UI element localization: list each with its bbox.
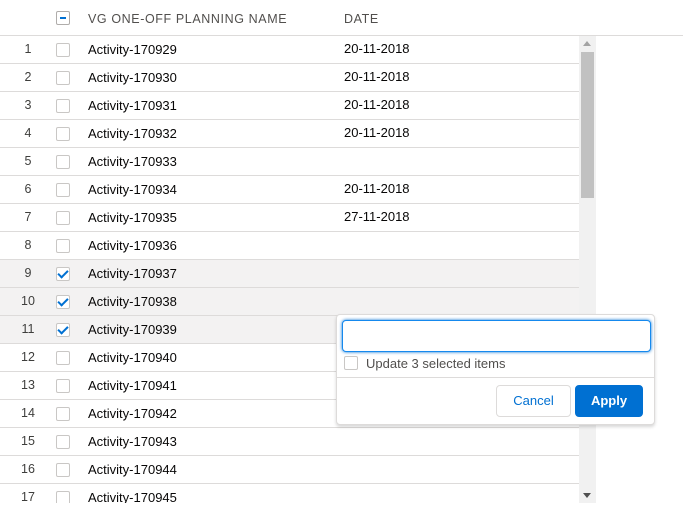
- row-number: 9: [24, 266, 32, 280]
- cell-name[interactable]: Activity-170940: [88, 350, 177, 365]
- row-number: 7: [24, 210, 32, 224]
- table-row[interactable]: 7 Activity-170935 27-11-2018: [0, 204, 579, 232]
- apply-button[interactable]: Apply: [575, 385, 643, 417]
- select-all-checkbox[interactable]: [56, 11, 70, 25]
- row-number: 4: [24, 126, 32, 140]
- row-checkbox[interactable]: [56, 407, 70, 421]
- row-number: 16: [21, 462, 35, 476]
- cell-name[interactable]: Activity-170944: [88, 462, 177, 477]
- row-number: 5: [24, 154, 32, 168]
- cell-name[interactable]: Activity-170945: [88, 490, 177, 503]
- cell-name[interactable]: Activity-170937: [88, 266, 177, 281]
- cell-name[interactable]: Activity-170929: [88, 42, 177, 57]
- scroll-down-arrow-icon[interactable]: [583, 493, 591, 498]
- table-row[interactable]: 1 Activity-170929 20-11-2018: [0, 36, 579, 64]
- row-number: 10: [21, 294, 35, 308]
- row-checkbox[interactable]: [56, 351, 70, 365]
- row-checkbox[interactable]: [56, 211, 70, 225]
- cell-name[interactable]: Activity-170930: [88, 70, 177, 85]
- cell-date[interactable]: 20-11-2018: [344, 125, 410, 140]
- table-row-selected[interactable]: 10 Activity-170938: [0, 288, 579, 316]
- update-selected-label[interactable]: Update 3 selected items: [366, 356, 505, 371]
- inline-edit-popover: Update 3 selected items Cancel Apply: [336, 314, 655, 425]
- row-checkbox[interactable]: [56, 463, 70, 477]
- cell-date[interactable]: 20-11-2018: [344, 41, 410, 56]
- column-header-name[interactable]: VG ONE-OFF PLANNING NAME: [88, 12, 287, 26]
- table-row[interactable]: 16 Activity-170944: [0, 456, 579, 484]
- row-number: 6: [24, 182, 32, 196]
- cell-name[interactable]: Activity-170933: [88, 154, 177, 169]
- update-selected-checkbox[interactable]: [344, 356, 358, 370]
- cell-name[interactable]: Activity-170939: [88, 322, 177, 337]
- data-grid: 1 Activity-170929 20-11-2018 2 Activity-…: [0, 36, 579, 503]
- cell-date[interactable]: 20-11-2018: [344, 69, 410, 84]
- cell-name[interactable]: Activity-170931: [88, 98, 177, 113]
- row-checkbox-checked[interactable]: [56, 267, 70, 281]
- cell-name[interactable]: Activity-170935: [88, 210, 177, 225]
- table-header: VG ONE-OFF PLANNING NAME DATE: [0, 0, 683, 36]
- row-number: 17: [21, 490, 35, 503]
- row-checkbox[interactable]: [56, 183, 70, 197]
- table-row[interactable]: 4 Activity-170932 20-11-2018: [0, 120, 579, 148]
- cell-name[interactable]: Activity-170942: [88, 406, 177, 421]
- table-row[interactable]: 3 Activity-170931 20-11-2018: [0, 92, 579, 120]
- row-number: 3: [24, 98, 32, 112]
- row-checkbox-checked[interactable]: [56, 323, 70, 337]
- cell-name[interactable]: Activity-170936: [88, 238, 177, 253]
- cell-name[interactable]: Activity-170943: [88, 434, 177, 449]
- row-checkbox[interactable]: [56, 43, 70, 57]
- row-number: 8: [24, 238, 32, 252]
- scrollbar-thumb[interactable]: [581, 52, 594, 198]
- cell-name[interactable]: Activity-170941: [88, 378, 177, 393]
- table-row[interactable]: 2 Activity-170930 20-11-2018: [0, 64, 579, 92]
- column-header-date[interactable]: DATE: [344, 12, 379, 26]
- scroll-up-arrow-icon[interactable]: [583, 41, 591, 46]
- inline-edit-input[interactable]: [342, 320, 651, 352]
- row-checkbox[interactable]: [56, 71, 70, 85]
- popover-footer: Cancel Apply: [337, 377, 654, 424]
- cancel-button[interactable]: Cancel: [496, 385, 571, 417]
- cell-name[interactable]: Activity-170932: [88, 126, 177, 141]
- table-row[interactable]: 8 Activity-170936: [0, 232, 579, 260]
- cell-date[interactable]: 20-11-2018: [344, 181, 410, 196]
- row-checkbox[interactable]: [56, 491, 70, 503]
- row-checkbox[interactable]: [56, 155, 70, 169]
- table-row[interactable]: 15 Activity-170943: [0, 428, 579, 456]
- table-row[interactable]: 6 Activity-170934 20-11-2018: [0, 176, 579, 204]
- row-number: 11: [21, 322, 35, 336]
- cell-date[interactable]: 27-11-2018: [344, 209, 410, 224]
- row-checkbox[interactable]: [56, 99, 70, 113]
- right-empty-pane: [596, 36, 683, 503]
- row-checkbox-checked[interactable]: [56, 295, 70, 309]
- vertical-scrollbar[interactable]: [579, 36, 596, 503]
- table-row[interactable]: 5 Activity-170933: [0, 148, 579, 176]
- row-checkbox[interactable]: [56, 127, 70, 141]
- bottom-strip: [0, 503, 683, 521]
- row-number: 2: [24, 70, 32, 84]
- row-checkbox[interactable]: [56, 435, 70, 449]
- row-number: 15: [21, 434, 35, 448]
- row-checkbox[interactable]: [56, 239, 70, 253]
- cell-name[interactable]: Activity-170938: [88, 294, 177, 309]
- row-number: 1: [24, 42, 32, 56]
- row-number: 13: [21, 378, 35, 392]
- table-row-selected[interactable]: 9 Activity-170937: [0, 260, 579, 288]
- table-row[interactable]: 17 Activity-170945: [0, 484, 579, 503]
- cell-name[interactable]: Activity-170934: [88, 182, 177, 197]
- cell-date[interactable]: 20-11-2018: [344, 97, 410, 112]
- row-number: 12: [21, 350, 35, 364]
- row-checkbox[interactable]: [56, 379, 70, 393]
- row-number: 14: [21, 406, 35, 420]
